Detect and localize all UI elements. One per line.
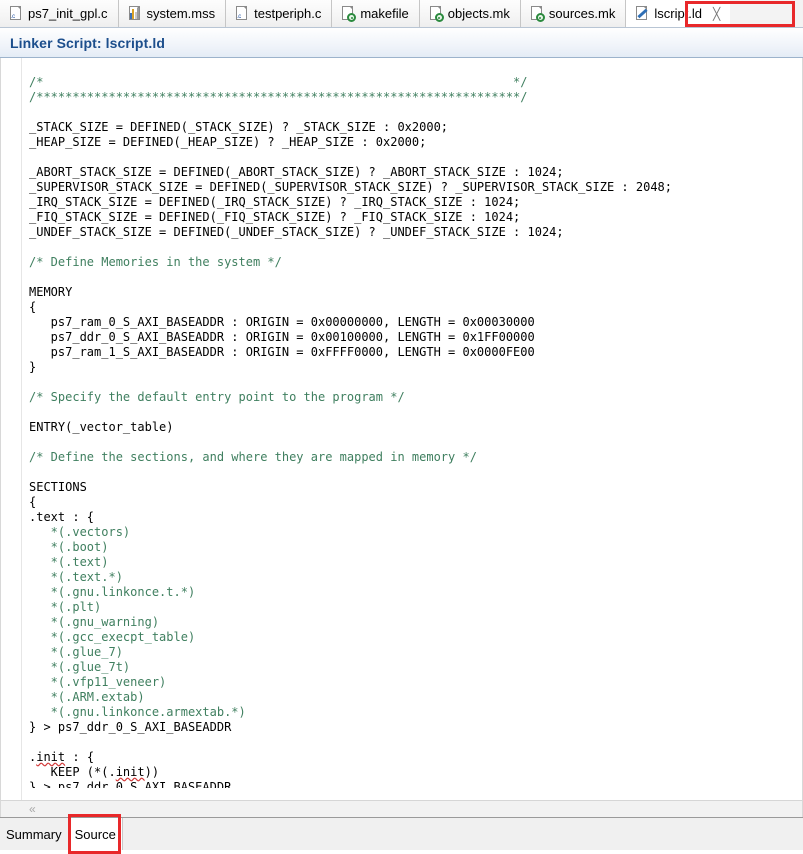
editor-gutter	[1, 58, 22, 800]
editor-tab-label: system.mss	[146, 6, 216, 21]
editor-tab-makefile[interactable]: makefile	[332, 0, 420, 27]
source-editor[interactable]: /* */ /*********************************…	[0, 58, 803, 800]
c-file-icon: .c	[9, 6, 23, 21]
horizontal-scrollbar[interactable]: «	[0, 800, 803, 817]
editor-tab-sources-mk[interactable]: sources.mk	[520, 0, 627, 27]
page-tab-label: Source	[74, 826, 116, 842]
form-header: Linker Script: lscript.ld	[0, 28, 803, 58]
page-title: Linker Script: lscript.ld	[10, 34, 165, 51]
makefile-icon	[429, 6, 444, 22]
editor-tab-system-mss[interactable]: system.mss	[118, 0, 227, 27]
editor-tab-lscript-ld[interactable]: lscript.ld ╳	[626, 0, 731, 27]
editor-tab-bar: .c ps7_init_gpl.c system.mss .c testperi…	[0, 0, 803, 28]
editor-tab-label: lscript.ld	[654, 6, 703, 21]
scroll-left-icon[interactable]: «	[1, 803, 36, 815]
editor-tab-label: makefile	[360, 6, 409, 21]
editor-tab-label: sources.mk	[548, 6, 616, 21]
editor-tab-label: ps7_init_gpl.c	[28, 6, 108, 21]
makefile-icon	[341, 6, 357, 22]
editor-tab-ps7-init-gpl-c[interactable]: .c ps7_init_gpl.c	[0, 0, 119, 27]
editor-tab-label: objects.mk	[447, 6, 510, 21]
page-tab-source[interactable]: Source	[67, 818, 123, 850]
editor-tab-testperiph-c[interactable]: .c testperiph.c	[226, 0, 333, 27]
linker-script-source-text[interactable]: /* */ /*********************************…	[22, 70, 802, 788]
ld-file-icon	[635, 6, 649, 21]
editor-page-tab-bar: Summary Source	[0, 814, 803, 854]
editor-tab-objects-mk[interactable]: objects.mk	[419, 0, 521, 27]
c-file-icon: .c	[235, 6, 249, 21]
page-tab-summary[interactable]: Summary	[0, 818, 68, 850]
close-icon[interactable]: ╳	[713, 8, 720, 20]
page-tab-label: Summary	[6, 826, 62, 842]
mss-file-icon	[128, 6, 142, 21]
makefile-icon	[530, 6, 545, 22]
editor-tab-label: testperiph.c	[254, 6, 322, 21]
